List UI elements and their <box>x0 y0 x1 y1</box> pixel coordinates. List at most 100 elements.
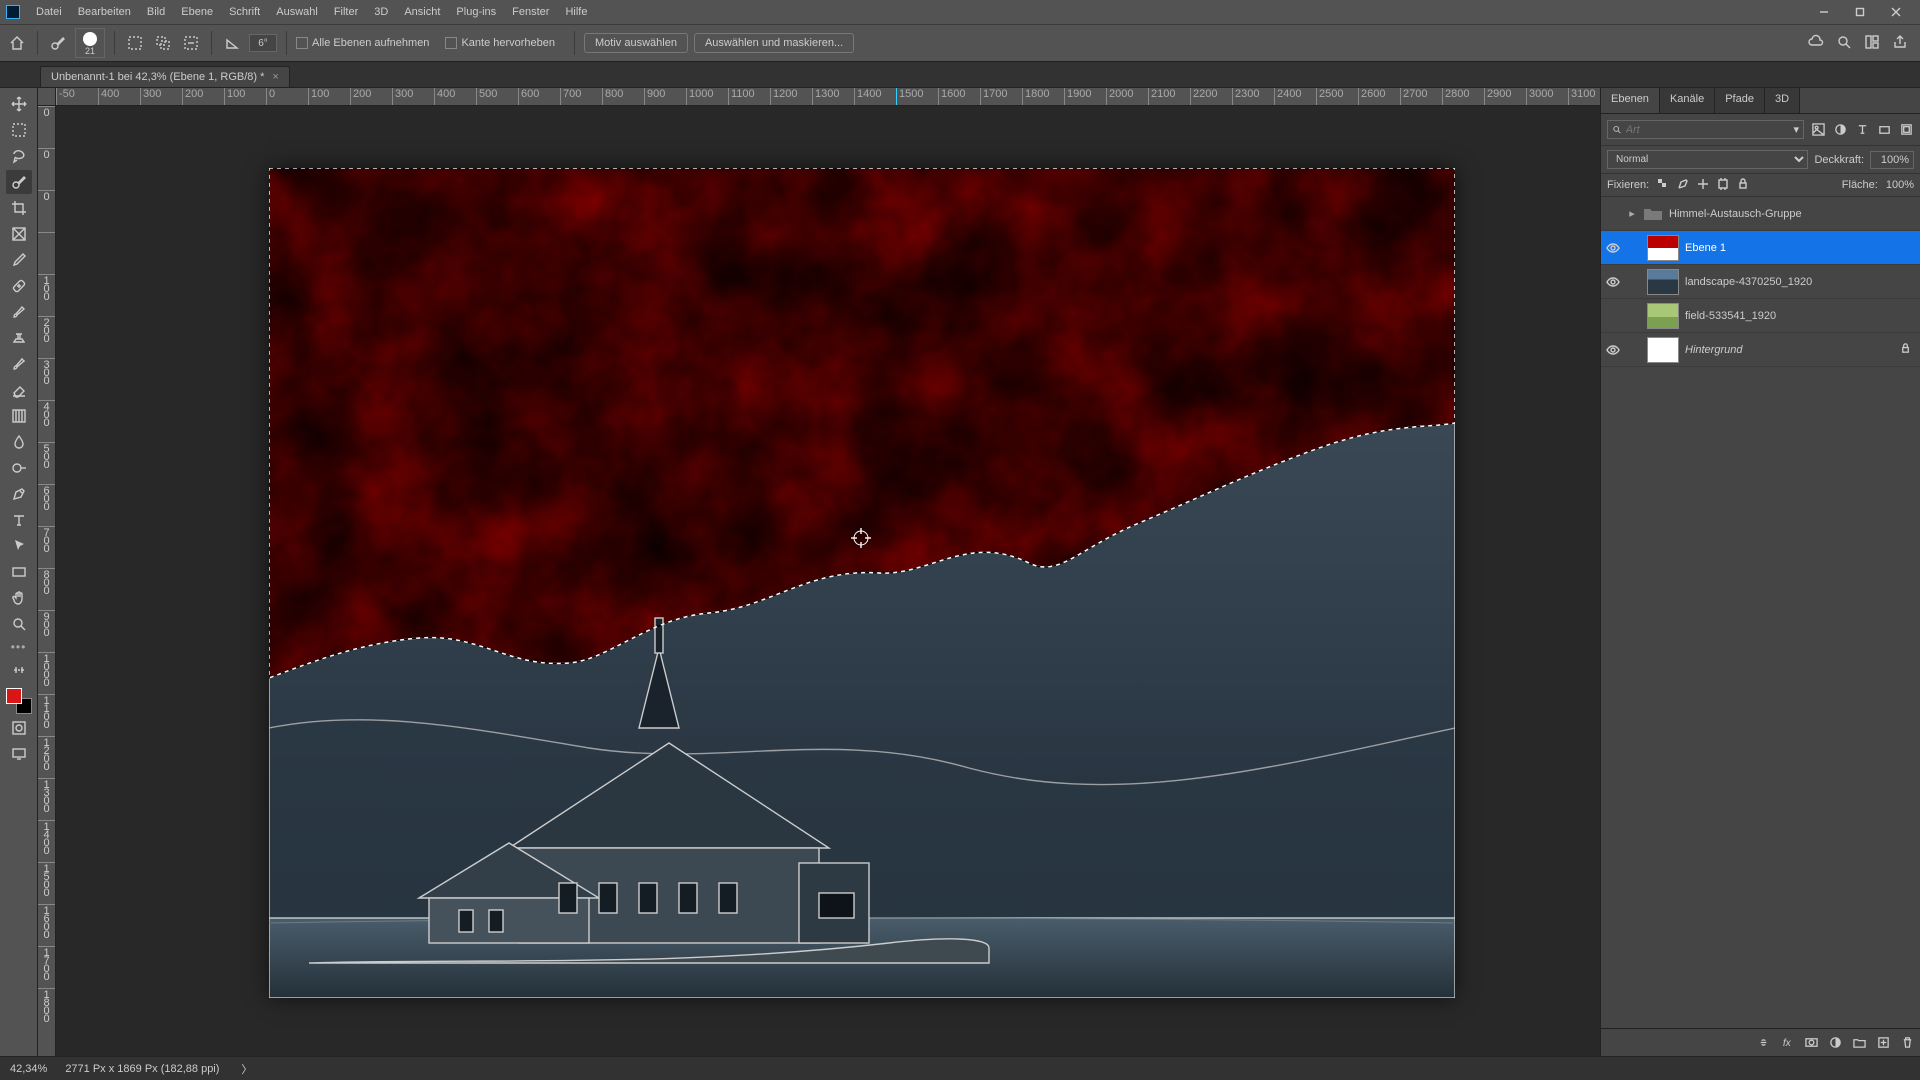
pen-tool[interactable] <box>6 482 32 506</box>
quickmask-icon[interactable] <box>6 716 32 740</box>
menu-bearbeiten[interactable]: Bearbeiten <box>70 0 139 24</box>
status-caret-icon[interactable]: 〉 <box>241 1061 252 1077</box>
maximize-button[interactable] <box>1842 1 1878 23</box>
healing-brush-tool[interactable] <box>6 274 32 298</box>
crop-tool[interactable] <box>6 196 32 220</box>
layer-thumbnail[interactable] <box>1647 303 1679 329</box>
menu-filter[interactable]: Filter <box>326 0 366 24</box>
history-brush-tool[interactable] <box>6 352 32 376</box>
tab-ebenen[interactable]: Ebenen <box>1601 88 1660 113</box>
angle-icon[interactable] <box>221 32 243 54</box>
vertical-ruler[interactable]: 0001002003004005006007008009001000110012… <box>38 106 56 1056</box>
angle-input[interactable] <box>249 34 277 52</box>
filter-shape-icon[interactable] <box>1876 122 1892 138</box>
edit-toolbar-icon[interactable] <box>6 658 32 682</box>
expand-icon[interactable]: ▸ <box>1627 207 1637 220</box>
lasso-tool[interactable] <box>6 144 32 168</box>
clone-stamp-tool[interactable] <box>6 326 32 350</box>
rectangle-tool[interactable] <box>6 560 32 584</box>
zoom-tool[interactable] <box>6 612 32 636</box>
toolbox-more-icon[interactable]: ••• <box>11 640 27 654</box>
color-swatches[interactable] <box>6 688 32 714</box>
layer-filter-search[interactable]: ▾ <box>1607 120 1804 139</box>
move-tool[interactable] <box>6 92 32 116</box>
dodge-tool[interactable] <box>6 456 32 480</box>
current-tool-icon[interactable] <box>47 32 69 54</box>
menu-3d[interactable]: 3D <box>366 0 396 24</box>
layer-row-field[interactable]: field-533541_1920 <box>1601 299 1920 333</box>
filter-smartobject-icon[interactable] <box>1898 122 1914 138</box>
screenmode-icon[interactable] <box>6 742 32 766</box>
document-dimensions[interactable]: 2771 Px x 1869 Px (182,88 ppi) <box>65 1063 219 1075</box>
layer-row-landscape[interactable]: landscape-4370250_1920 <box>1601 265 1920 299</box>
document-canvas[interactable] <box>269 168 1455 998</box>
visibility-toggle[interactable] <box>1605 274 1621 290</box>
new-layer-icon[interactable] <box>1876 1036 1890 1050</box>
tab-pfade[interactable]: Pfade <box>1715 88 1765 113</box>
layer-name[interactable]: landscape-4370250_1920 <box>1685 276 1812 288</box>
layer-name[interactable]: Hintergrund <box>1685 344 1742 356</box>
menu-hilfe[interactable]: Hilfe <box>557 0 595 24</box>
visibility-toggle[interactable] <box>1605 342 1621 358</box>
workspace-icon[interactable] <box>1864 34 1880 53</box>
subtract-selection-icon[interactable] <box>180 32 202 54</box>
frame-tool[interactable] <box>6 222 32 246</box>
layer-row-background[interactable]: Hintergrund <box>1601 333 1920 367</box>
cloud-icon[interactable] <box>1808 34 1824 53</box>
quick-selection-tool[interactable] <box>6 170 32 194</box>
filter-image-icon[interactable] <box>1810 122 1826 138</box>
layer-row-group[interactable]: ▸ Himmel-Austausch-Gruppe <box>1601 197 1920 231</box>
layer-thumbnail[interactable] <box>1647 235 1679 261</box>
zoom-level[interactable]: 42,34% <box>10 1063 47 1075</box>
lock-icon[interactable] <box>1900 343 1912 357</box>
lock-pixels-icon[interactable] <box>1677 178 1691 192</box>
canvas-area[interactable]: -504003002001000100200300400500600700800… <box>38 88 1600 1056</box>
fill-input[interactable]: 100% <box>1886 179 1914 191</box>
new-selection-icon[interactable] <box>124 32 146 54</box>
hand-tool[interactable] <box>6 586 32 610</box>
menu-auswahl[interactable]: Auswahl <box>268 0 326 24</box>
path-selection-tool[interactable] <box>6 534 32 558</box>
delete-layer-icon[interactable] <box>1900 1036 1914 1050</box>
layer-style-icon[interactable]: fx <box>1780 1036 1794 1050</box>
add-selection-icon[interactable] <box>152 32 174 54</box>
share-icon[interactable] <box>1892 34 1908 53</box>
filter-adjustment-icon[interactable] <box>1832 122 1848 138</box>
horizontal-ruler[interactable]: -504003002001000100200300400500600700800… <box>56 88 1600 106</box>
layer-filter-input[interactable] <box>1626 124 1790 136</box>
marquee-tool[interactable] <box>6 118 32 142</box>
visibility-toggle[interactable] <box>1605 240 1621 256</box>
layer-name[interactable]: field-533541_1920 <box>1685 310 1776 322</box>
brush-preset-picker[interactable]: 21 <box>75 28 105 58</box>
brush-tool[interactable] <box>6 300 32 324</box>
select-subject-button[interactable]: Motiv auswählen <box>584 33 688 53</box>
lock-all-icon[interactable] <box>1737 178 1751 192</box>
layer-mask-icon[interactable] <box>1804 1036 1818 1050</box>
close-tab-icon[interactable]: × <box>272 71 278 83</box>
document-tab[interactable]: Unbenannt-1 bei 42,3% (Ebene 1, RGB/8) *… <box>40 66 290 87</box>
menu-plugins[interactable]: Plug-ins <box>448 0 504 24</box>
tab-kanaele[interactable]: Kanäle <box>1660 88 1715 113</box>
lock-position-icon[interactable] <box>1697 178 1711 192</box>
blur-tool[interactable] <box>6 430 32 454</box>
group-layers-icon[interactable] <box>1852 1036 1866 1050</box>
opacity-input[interactable]: 100% <box>1870 151 1914 169</box>
tab-3d[interactable]: 3D <box>1765 88 1800 113</box>
menu-bild[interactable]: Bild <box>139 0 173 24</box>
menu-schrift[interactable]: Schrift <box>221 0 268 24</box>
eyedropper-tool[interactable] <box>6 248 32 272</box>
visibility-toggle[interactable] <box>1605 206 1621 222</box>
ruler-origin[interactable] <box>38 88 56 106</box>
menu-ansicht[interactable]: Ansicht <box>396 0 448 24</box>
layer-thumbnail[interactable] <box>1647 337 1679 363</box>
edge-highlight-checkbox[interactable]: Kante hervorheben <box>445 37 555 49</box>
close-button[interactable] <box>1878 1 1914 23</box>
all-layers-checkbox[interactable]: Alle Ebenen aufnehmen <box>296 37 429 49</box>
home-icon[interactable] <box>6 32 28 54</box>
gradient-tool[interactable] <box>6 404 32 428</box>
adjustment-layer-icon[interactable] <box>1828 1036 1842 1050</box>
link-layers-icon[interactable] <box>1756 1036 1770 1050</box>
menu-datei[interactable]: Datei <box>28 0 70 24</box>
menu-ebene[interactable]: Ebene <box>173 0 221 24</box>
layer-thumbnail[interactable] <box>1647 269 1679 295</box>
